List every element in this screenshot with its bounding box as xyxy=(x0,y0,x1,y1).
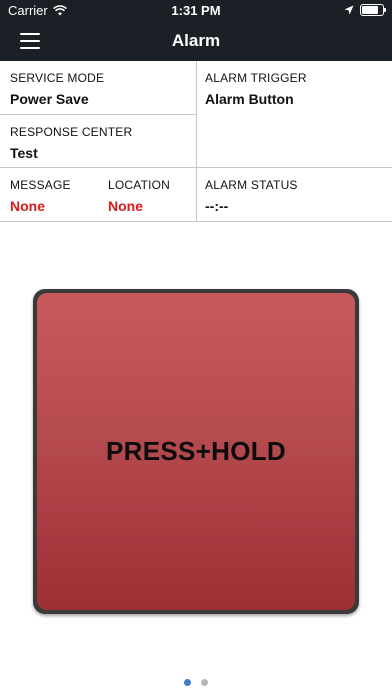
response-center-label: RESPONSE CENTER xyxy=(10,125,133,139)
alarm-info-panel: SERVICE MODE Power Save ALARM TRIGGER Al… xyxy=(0,61,392,222)
alarm-status-value: --:-- xyxy=(205,198,229,214)
battery-icon xyxy=(360,4,386,16)
status-bar: Carrier 1:31 PM xyxy=(0,0,392,22)
alarm-button-frame: PRESS+HOLD xyxy=(33,289,359,614)
response-center-field: RESPONSE CENTER Test xyxy=(10,125,190,161)
alarm-status-label: ALARM STATUS xyxy=(205,178,298,192)
page-dot-active[interactable] xyxy=(184,679,191,686)
alarm-trigger-value: Alarm Button xyxy=(205,91,294,107)
page-indicator[interactable] xyxy=(0,679,392,686)
service-mode-label: SERVICE MODE xyxy=(10,71,105,85)
divider xyxy=(0,221,392,222)
location-arrow-icon xyxy=(344,5,354,15)
page-dot[interactable] xyxy=(201,679,208,686)
service-mode-value: Power Save xyxy=(10,91,89,107)
location-value: None xyxy=(108,198,143,214)
service-mode-field: SERVICE MODE Power Save xyxy=(10,71,190,107)
response-center-value: Test xyxy=(10,145,38,161)
message-label: MESSAGE xyxy=(10,178,71,192)
press-and-hold-alarm-button[interactable]: PRESS+HOLD xyxy=(37,293,355,610)
navigation-bar: Alarm xyxy=(0,22,392,61)
divider xyxy=(0,114,196,115)
alarm-trigger-label: ALARM TRIGGER xyxy=(205,71,307,85)
location-label: LOCATION xyxy=(108,178,171,192)
alarm-trigger-field: ALARM TRIGGER Alarm Button xyxy=(205,71,385,107)
alarm-button-label: PRESS+HOLD xyxy=(106,436,286,466)
status-right xyxy=(344,4,386,16)
message-field: MESSAGE None xyxy=(10,178,105,214)
message-value: None xyxy=(10,198,45,214)
clock: 1:31 PM xyxy=(171,3,221,18)
divider xyxy=(196,61,197,222)
alarm-status-field: ALARM STATUS --:-- xyxy=(205,178,385,214)
page-title: Alarm xyxy=(171,31,221,50)
battery-level xyxy=(362,6,378,14)
divider xyxy=(0,167,392,168)
location-field: LOCATION None xyxy=(108,178,194,214)
